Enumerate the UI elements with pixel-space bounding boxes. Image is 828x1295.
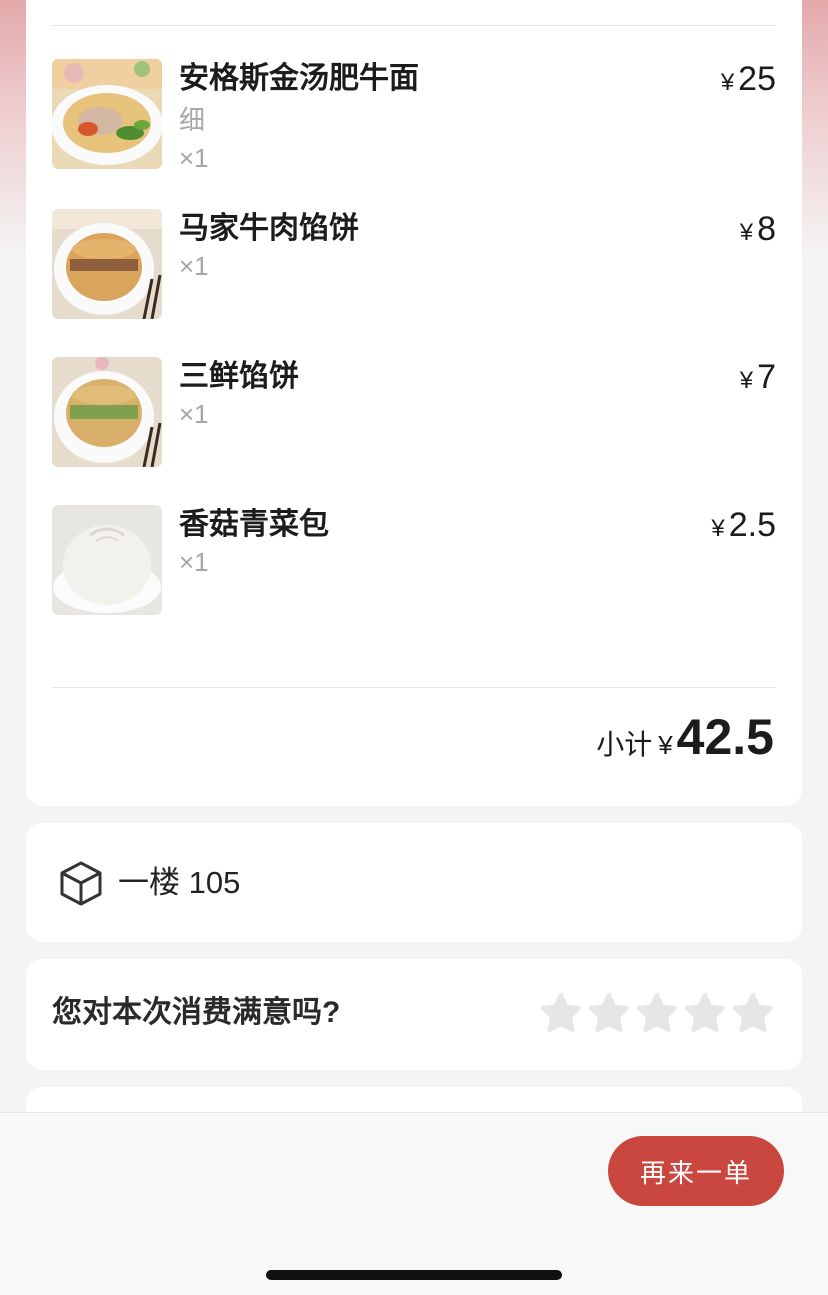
price-value: 25 [738, 60, 776, 98]
food-image [52, 357, 162, 467]
item-name: 安格斯金汤肥牛面 [179, 62, 419, 95]
currency-symbol: ¥ [658, 730, 673, 760]
order-item[interactable]: 马家牛肉馅饼 ×1 ¥8 [52, 209, 776, 321]
star-rating[interactable] [540, 992, 774, 1034]
subtotal-amount: 42.5 [676, 709, 774, 765]
item-price: ¥7 [740, 357, 776, 401]
item-spec: 细 [179, 105, 206, 135]
food-image [52, 59, 162, 169]
rating-card: 您对本次消费满意吗? [26, 959, 802, 1070]
rating-question: 您对本次消费满意吗? [52, 996, 341, 1029]
item-quantity: ×1 [179, 399, 209, 429]
price-value: 2.5 [728, 506, 776, 544]
price-value: 7 [757, 358, 776, 396]
home-indicator [266, 1270, 562, 1280]
item-name: 马家牛肉馅饼 [179, 212, 359, 245]
item-name: 香菇青菜包 [179, 508, 329, 541]
currency-symbol: ¥ [720, 69, 735, 96]
currency-symbol: ¥ [739, 219, 754, 246]
order-item[interactable]: 安格斯金汤肥牛面 细 ×1 ¥25 [52, 59, 776, 173]
location-text: 一楼 105 [118, 865, 241, 900]
star-icon[interactable] [588, 992, 630, 1034]
star-icon[interactable] [636, 992, 678, 1034]
item-price: ¥8 [740, 209, 776, 253]
bottom-action-bar: 再来一单 [0, 1112, 828, 1295]
currency-symbol: ¥ [739, 367, 754, 394]
item-price: ¥2.5 [711, 505, 776, 549]
order-card: 安格斯金汤肥牛面 细 ×1 ¥25 马家牛肉馅饼 ×1 ¥8 三鲜馅饼 ×1 ¥… [26, 0, 802, 806]
star-icon[interactable] [540, 992, 582, 1034]
price-value: 8 [757, 210, 776, 248]
box-icon [60, 861, 102, 906]
item-price: ¥25 [721, 59, 776, 103]
divider [52, 25, 776, 26]
star-icon[interactable] [684, 992, 726, 1034]
divider [52, 687, 776, 688]
item-name: 三鲜馅饼 [179, 360, 299, 393]
order-item[interactable]: 三鲜馅饼 ×1 ¥7 [52, 357, 776, 469]
star-icon[interactable] [732, 992, 774, 1034]
location-card[interactable]: 一楼 105 [26, 823, 802, 942]
subtotal-label: 小计 [596, 729, 653, 760]
item-quantity: ×1 [179, 547, 209, 577]
food-image [52, 209, 162, 319]
food-image [52, 505, 162, 615]
subtotal: 小计 ¥ 42.5 [596, 708, 774, 766]
item-quantity: ×1 [179, 143, 209, 173]
order-item[interactable]: 香菇青菜包 ×1 ¥2.5 [52, 505, 776, 617]
item-quantity: ×1 [179, 251, 209, 281]
reorder-button[interactable]: 再来一单 [608, 1136, 784, 1206]
currency-symbol: ¥ [711, 515, 725, 542]
